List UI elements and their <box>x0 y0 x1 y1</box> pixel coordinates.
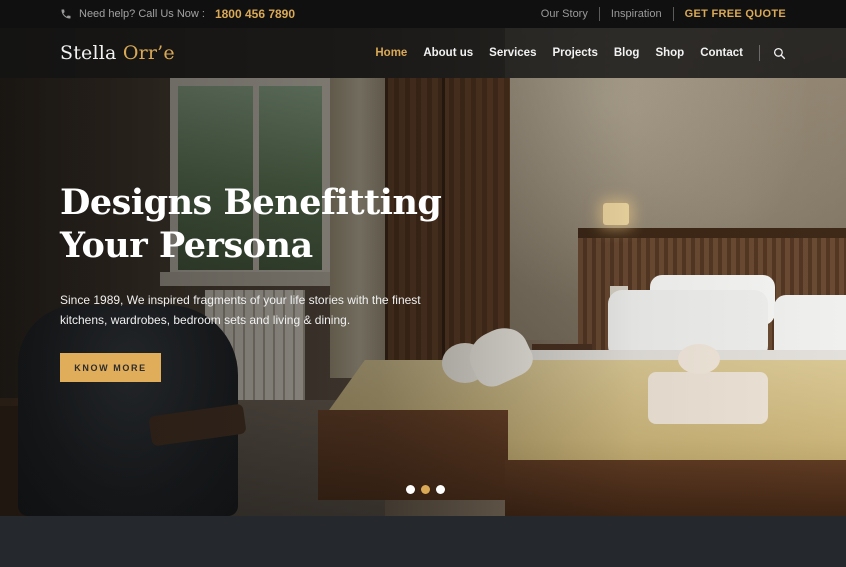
topbar: Need help? Call Us Now : 1800 456 7890 O… <box>0 0 846 28</box>
slider-dot[interactable] <box>436 485 445 494</box>
search-icon[interactable] <box>773 47 786 60</box>
logo-accent-text: Orr’e <box>122 42 175 64</box>
nav-about-us[interactable]: About us <box>423 47 473 59</box>
hero-title-line: Designs Benefitting <box>60 182 442 223</box>
hero-title: Designs Benefitting Your Persona <box>60 181 490 267</box>
hero-description: Since 1989, We inspired fragments of you… <box>60 293 421 327</box>
help-contact: Need help? Call Us Now : 1800 456 7890 <box>60 7 295 21</box>
slider-pagination <box>406 485 445 494</box>
help-text: Need help? Call Us Now : <box>79 8 205 20</box>
nav-projects[interactable]: Projects <box>552 47 597 59</box>
site-logo[interactable]: Stella Orr’e <box>60 42 175 64</box>
our-story-link[interactable]: Our Story <box>541 7 600 21</box>
nav-services[interactable]: Services <box>489 47 536 59</box>
slider-dot[interactable] <box>406 485 415 494</box>
top-links: Our Story Inspiration GET FREE QUOTE <box>541 7 786 21</box>
nav-blog[interactable]: Blog <box>614 47 640 59</box>
phone-number-link[interactable]: 1800 456 7890 <box>215 7 295 21</box>
next-section-strip <box>0 516 846 567</box>
nav-shop[interactable]: Shop <box>655 47 684 59</box>
main-navbar: Stella Orr’e Home About us Services Proj… <box>0 28 846 78</box>
menu-divider <box>759 45 760 61</box>
main-menu: Home About us Services Projects Blog Sho… <box>359 45 786 61</box>
nav-home[interactable]: Home <box>375 47 407 59</box>
know-more-button[interactable]: KNOW MORE <box>60 353 161 382</box>
logo-text: Stella <box>60 42 123 64</box>
phone-icon <box>60 8 72 20</box>
slider-dot-active[interactable] <box>421 485 430 494</box>
hero-title-line: Your Persona <box>60 225 313 266</box>
inspiration-link[interactable]: Inspiration <box>600 7 674 21</box>
nav-contact[interactable]: Contact <box>700 47 743 59</box>
get-free-quote-link[interactable]: GET FREE QUOTE <box>674 7 786 21</box>
